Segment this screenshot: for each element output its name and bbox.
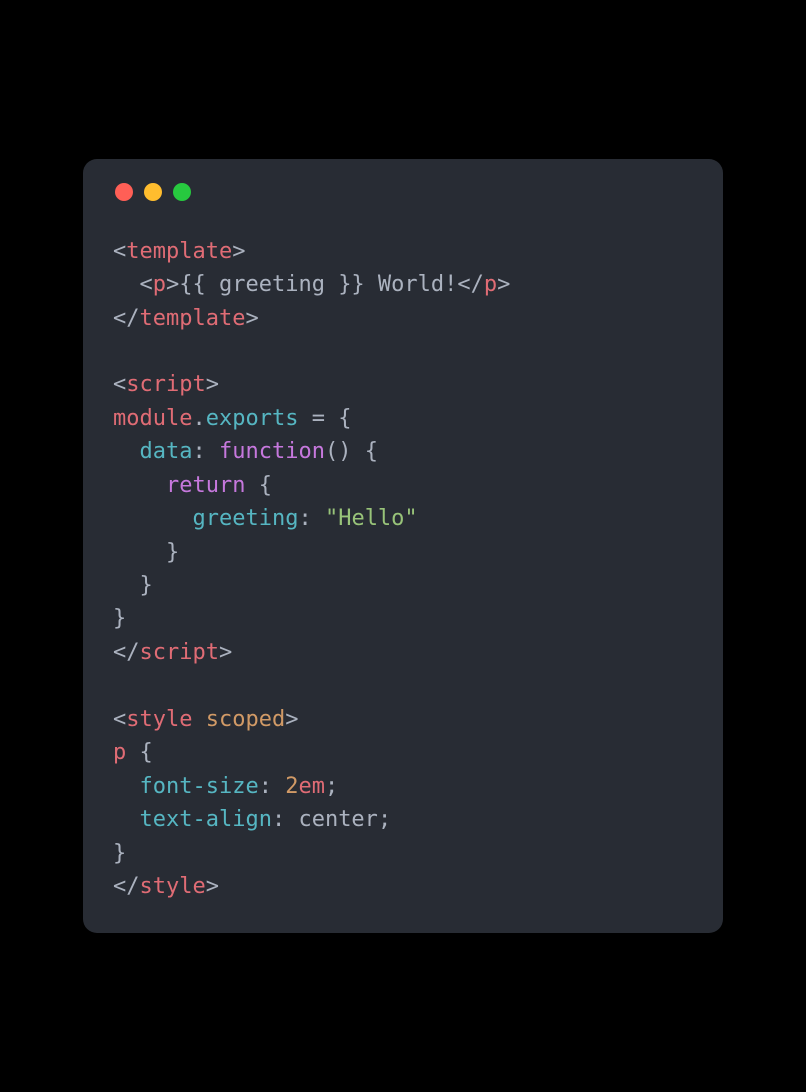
maximize-icon[interactable] bbox=[173, 183, 191, 201]
code-line: font-size: 2em; bbox=[113, 774, 338, 799]
code-line: <p>{{ greeting }} World!</p> bbox=[113, 272, 510, 297]
code-line: } bbox=[113, 841, 126, 866]
code-line: } bbox=[113, 540, 179, 565]
code-line: text-align: center; bbox=[113, 807, 391, 832]
code-line: } bbox=[113, 606, 126, 631]
code-line: </script> bbox=[113, 640, 232, 665]
code-window: <template> <p>{{ greeting }} World!</p> … bbox=[83, 159, 723, 934]
code-line: } bbox=[113, 573, 153, 598]
code-line: p { bbox=[113, 740, 153, 765]
code-block: <template> <p>{{ greeting }} World!</p> … bbox=[113, 235, 693, 904]
code-line: module.exports = { bbox=[113, 406, 351, 431]
code-line: return { bbox=[113, 473, 272, 498]
code-line: data: function() { bbox=[113, 439, 378, 464]
code-line: greeting: "Hello" bbox=[113, 506, 418, 531]
code-line: <style scoped> bbox=[113, 707, 298, 732]
code-line: <script> bbox=[113, 372, 219, 397]
code-line: </style> bbox=[113, 874, 219, 899]
code-line: </template> bbox=[113, 306, 259, 331]
minimize-icon[interactable] bbox=[144, 183, 162, 201]
code-line: <template> bbox=[113, 239, 245, 264]
close-icon[interactable] bbox=[115, 183, 133, 201]
window-titlebar bbox=[113, 183, 693, 201]
